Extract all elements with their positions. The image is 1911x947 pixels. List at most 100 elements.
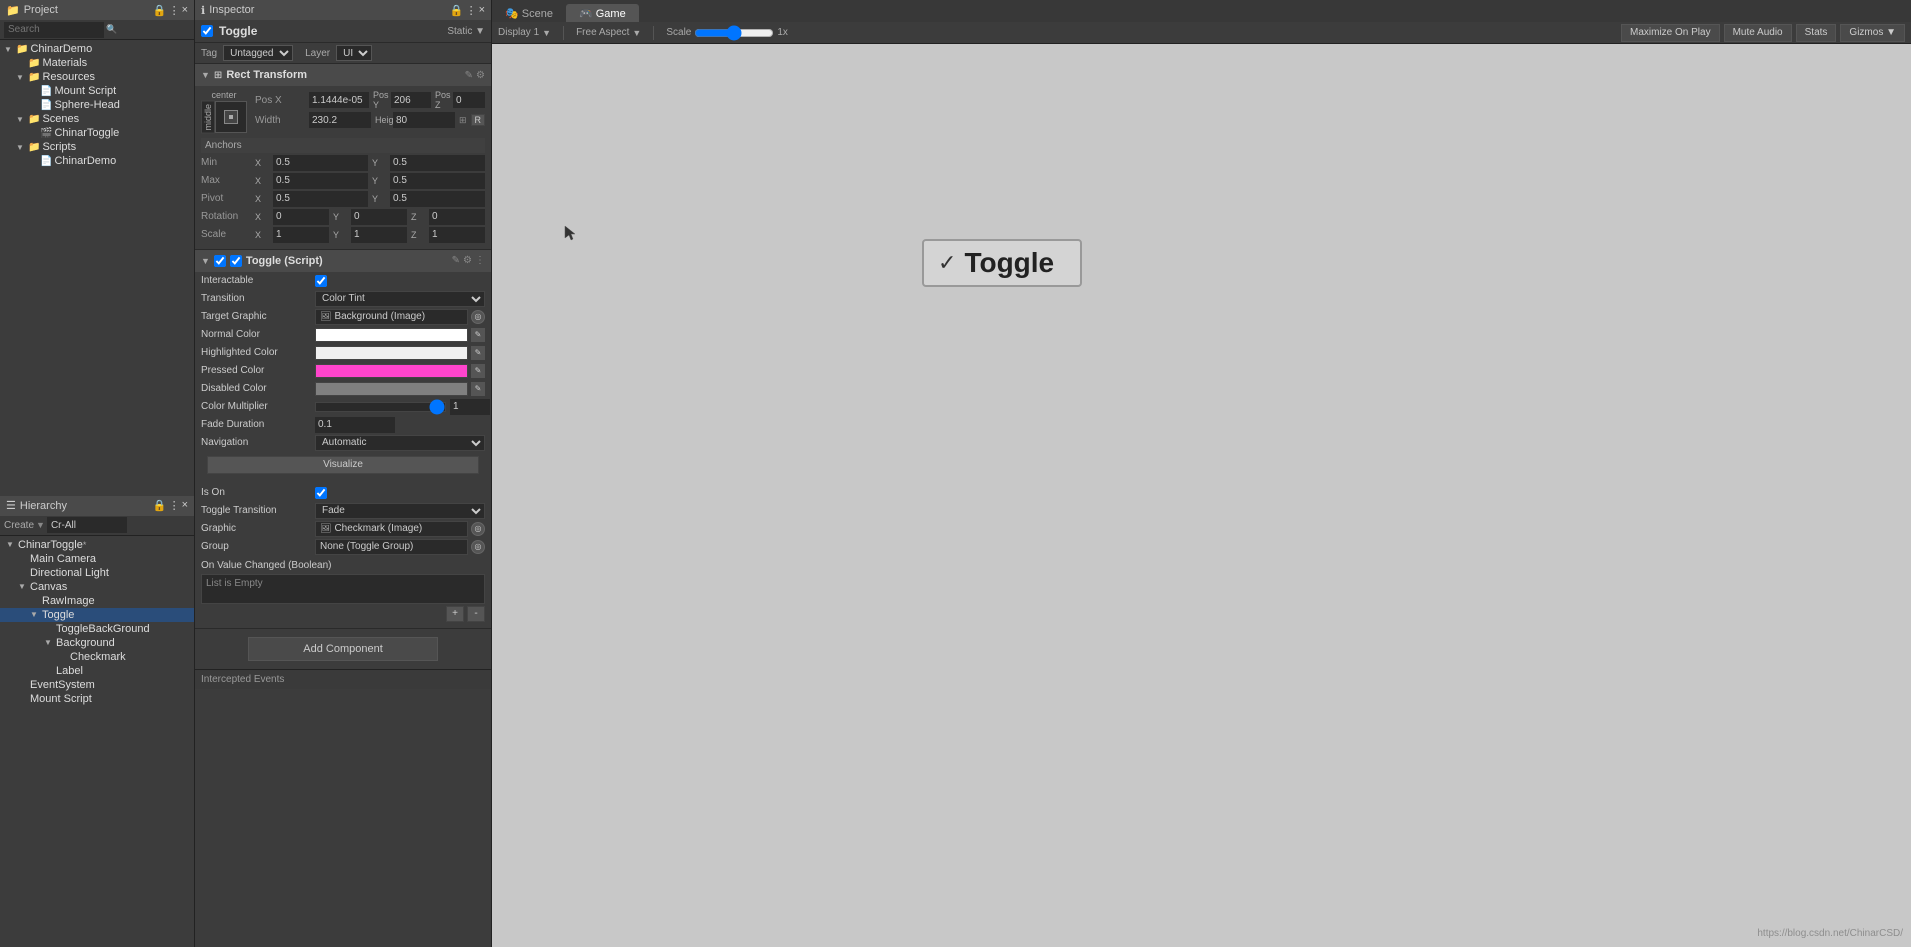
event-footer: + - bbox=[201, 604, 485, 624]
visualize-button[interactable]: Visualize bbox=[207, 456, 479, 474]
hierarchy-lock-icon[interactable]: 🔒 bbox=[153, 499, 167, 512]
hierarchy-item-label: Mount Script bbox=[30, 693, 92, 705]
hierarchy-close-icon[interactable]: × bbox=[182, 499, 188, 512]
project-search-input[interactable] bbox=[4, 22, 104, 38]
inspector-lock-icon[interactable]: 🔒 bbox=[450, 4, 464, 17]
project-item-mountscript[interactable]: 📄 Mount Script bbox=[0, 84, 194, 98]
max-y-input[interactable] bbox=[390, 173, 485, 189]
toggle-transition-select[interactable]: Fade bbox=[315, 503, 485, 519]
hierarchy-item-chinartoggle[interactable]: ▼ ChinarToggle* bbox=[0, 538, 194, 552]
color-multiplier-slider[interactable] bbox=[315, 402, 446, 412]
layer-select[interactable]: UI bbox=[336, 45, 372, 61]
hierarchy-item-eventsystem[interactable]: EventSystem bbox=[0, 678, 194, 692]
rect-transform-edit-icon[interactable]: ✎ bbox=[465, 70, 473, 81]
event-add-btn[interactable]: + bbox=[446, 606, 464, 622]
toggle-script-active-checkbox[interactable] bbox=[230, 255, 242, 267]
anchor-preview[interactable] bbox=[215, 101, 247, 133]
toggle-script-settings-icon[interactable]: ⚙ bbox=[463, 255, 472, 266]
create-dropdown-icon[interactable]: ▼ bbox=[36, 520, 45, 530]
height-input[interactable] bbox=[393, 112, 455, 128]
project-lock-icon[interactable]: 🔒 bbox=[153, 4, 167, 17]
project-item-chinardemo[interactable]: ▼ 📁 ChinarDemo bbox=[0, 42, 194, 56]
interactable-checkbox[interactable] bbox=[315, 275, 327, 287]
project-item-resources[interactable]: ▼ 📁 Resources bbox=[0, 70, 194, 84]
normal-color-swatch[interactable] bbox=[315, 328, 468, 342]
min-x-input[interactable] bbox=[273, 155, 368, 171]
hierarchy-item-checkmark[interactable]: Checkmark bbox=[0, 650, 194, 664]
target-graphic-circle-btn[interactable]: ◎ bbox=[471, 310, 485, 324]
event-remove-btn[interactable]: - bbox=[467, 606, 485, 622]
toggle-script-header[interactable]: ▼ Toggle (Script) ✎ ⚙ ⋮ bbox=[195, 250, 491, 272]
project-item-scenes[interactable]: ▼ 📁 Scenes bbox=[0, 112, 194, 126]
toggle-script-more-icon[interactable]: ⋮ bbox=[475, 255, 485, 266]
rot-z-input[interactable] bbox=[429, 209, 485, 225]
fade-duration-input[interactable] bbox=[315, 417, 395, 433]
pivot-y-input[interactable] bbox=[390, 191, 485, 207]
posx-input[interactable] bbox=[309, 92, 369, 108]
posy-input[interactable] bbox=[391, 92, 431, 108]
pressed-color-edit-btn[interactable]: ✎ bbox=[471, 364, 485, 378]
rot-y-input[interactable] bbox=[351, 209, 407, 225]
width-input[interactable] bbox=[309, 112, 371, 128]
posz-input[interactable] bbox=[453, 92, 485, 108]
mute-audio-button[interactable]: Mute Audio bbox=[1724, 24, 1792, 42]
scale-y-input[interactable] bbox=[351, 227, 407, 243]
project-item-chinartoggle[interactable]: 🎬 ChinarToggle bbox=[0, 126, 194, 140]
rect-transform-header[interactable]: ▼ ⊞ Rect Transform ✎ ⚙ bbox=[195, 64, 491, 86]
inspector-close-icon[interactable]: × bbox=[479, 4, 485, 17]
project-menu-icon[interactable]: ⋮ bbox=[169, 4, 180, 17]
resize-icon[interactable]: ⊞ bbox=[459, 115, 467, 126]
toggle-script-enabled-checkbox[interactable] bbox=[214, 255, 226, 267]
display-dropdown-icon[interactable]: ▼ bbox=[542, 28, 551, 38]
min-y-input[interactable] bbox=[390, 155, 485, 171]
inspector-menu-icon[interactable]: ⋮ bbox=[466, 4, 477, 17]
graphic-circle-btn[interactable]: ◎ bbox=[471, 522, 485, 536]
ison-checkbox[interactable] bbox=[315, 487, 327, 499]
highlighted-color-edit-btn[interactable]: ✎ bbox=[471, 346, 485, 360]
gameobject-active-checkbox[interactable] bbox=[201, 25, 213, 37]
hierarchy-item-background[interactable]: ▼ Background bbox=[0, 636, 194, 650]
transition-select[interactable]: Color Tint bbox=[315, 291, 485, 307]
stats-button[interactable]: Stats bbox=[1796, 24, 1837, 42]
rect-transform-settings-icon[interactable]: ⚙ bbox=[476, 70, 485, 81]
scale-slider[interactable] bbox=[694, 28, 774, 38]
aspect-dropdown-icon[interactable]: ▼ bbox=[632, 28, 641, 38]
game-tab[interactable]: 🎮 Game bbox=[566, 4, 639, 22]
hierarchy-item-canvas[interactable]: ▼ Canvas bbox=[0, 580, 194, 594]
project-item-spherehead[interactable]: 📄 Sphere-Head bbox=[0, 98, 194, 112]
static-button[interactable]: Static ▼ bbox=[447, 26, 485, 37]
tag-select[interactable]: Untagged bbox=[223, 45, 293, 61]
rot-x-input[interactable] bbox=[273, 209, 329, 225]
r-button[interactable]: R bbox=[471, 114, 486, 126]
hierarchy-menu-icon[interactable]: ⋮ bbox=[169, 499, 180, 512]
pressed-color-swatch[interactable] bbox=[315, 364, 468, 378]
disabled-color-swatch[interactable] bbox=[315, 382, 468, 396]
project-item-materials[interactable]: 📁 Materials bbox=[0, 56, 194, 70]
project-item-chinardemo-script[interactable]: 📄 ChinarDemo bbox=[0, 154, 194, 168]
group-circle-btn[interactable]: ◎ bbox=[471, 540, 485, 554]
highlighted-color-swatch[interactable] bbox=[315, 346, 468, 360]
maximize-on-play-button[interactable]: Maximize On Play bbox=[1621, 24, 1720, 42]
hierarchy-item-rawimage[interactable]: RawImage bbox=[0, 594, 194, 608]
normal-color-edit-btn[interactable]: ✎ bbox=[471, 328, 485, 342]
hierarchy-item-directionallight[interactable]: Directional Light bbox=[0, 566, 194, 580]
toggle-script-edit-icon[interactable]: ✎ bbox=[452, 255, 460, 266]
scale-z-input[interactable] bbox=[429, 227, 485, 243]
project-item-scripts[interactable]: ▼ 📁 Scripts bbox=[0, 140, 194, 154]
hierarchy-item-togglebackground[interactable]: ToggleBackGround bbox=[0, 622, 194, 636]
disabled-color-edit-btn[interactable]: ✎ bbox=[471, 382, 485, 396]
max-x-input[interactable] bbox=[273, 173, 368, 189]
scale-x-input[interactable] bbox=[273, 227, 329, 243]
scene-tab[interactable]: 🎭 Scene bbox=[492, 4, 566, 22]
hierarchy-item-label[interactable]: Label bbox=[0, 664, 194, 678]
color-multiplier-value[interactable] bbox=[450, 399, 490, 415]
navigation-select[interactable]: Automatic bbox=[315, 435, 485, 451]
pivot-x-input[interactable] bbox=[273, 191, 368, 207]
hierarchy-item-maincamera[interactable]: Main Camera bbox=[0, 552, 194, 566]
gizmos-button[interactable]: Gizmos ▼ bbox=[1840, 24, 1905, 42]
hierarchy-search-input[interactable] bbox=[47, 517, 127, 533]
add-component-button[interactable]: Add Component bbox=[248, 637, 438, 661]
hierarchy-item-mountscript[interactable]: Mount Script bbox=[0, 692, 194, 706]
hierarchy-item-toggle[interactable]: ▼ Toggle bbox=[0, 608, 194, 622]
project-close-icon[interactable]: × bbox=[182, 4, 188, 17]
